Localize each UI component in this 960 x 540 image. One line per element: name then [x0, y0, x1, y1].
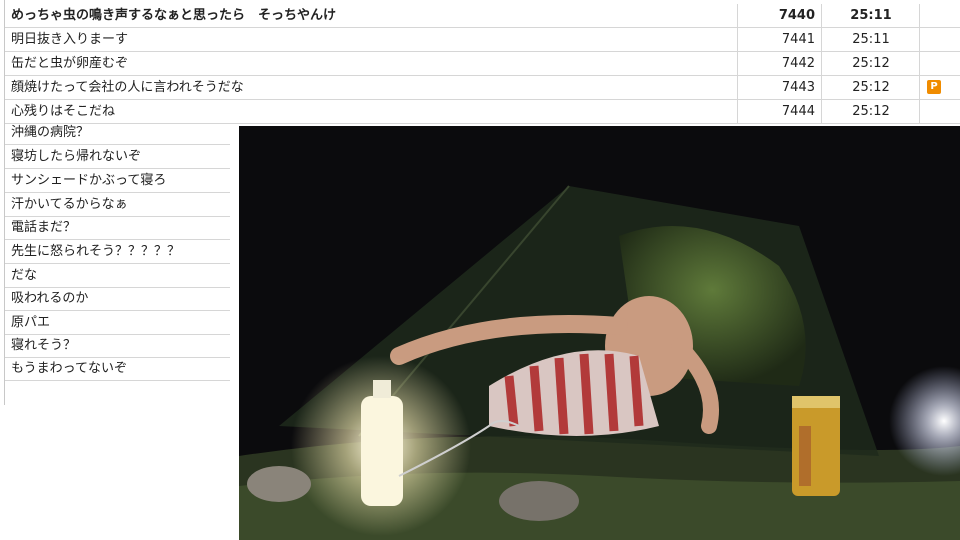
- comment-text: 電話まだ？: [11, 220, 77, 235]
- comment-row[interactable]: めっちゃ虫の鳴き声するなぁと思ったら そっちやんけ 7440 25:11: [5, 4, 960, 28]
- comment-text: サンシェードかぶって寝ろ: [11, 173, 167, 188]
- comment-time: 25:12: [821, 52, 920, 75]
- comment-row[interactable]: だな: [5, 264, 230, 288]
- empty-row: [5, 381, 230, 405]
- comment-flag-cell: P: [919, 76, 960, 99]
- comment-row[interactable]: 缶だと虫が卵産むぞ 7442 25:12: [5, 52, 960, 76]
- comment-text: 缶だと虫が卵産むぞ: [11, 56, 129, 71]
- premium-badge-icon: P: [927, 80, 941, 94]
- comment-flag-cell: [919, 52, 960, 75]
- comment-row[interactable]: 沖縄の病院？: [5, 121, 230, 145]
- comment-text: 原パエ: [11, 315, 51, 330]
- water-bottle: [291, 356, 471, 536]
- comment-text: 汗かいてるからなぁ: [11, 197, 128, 212]
- comment-row[interactable]: 寝れそう？: [5, 334, 230, 358]
- comment-text: 明日抜き入りまーす: [11, 32, 129, 47]
- comment-row[interactable]: 吸われるのか: [5, 287, 230, 311]
- comment-text: もうまわってないぞ: [11, 361, 127, 376]
- comment-text: 寝坊したら帰れないぞ: [11, 149, 142, 164]
- comment-time: 25:11: [821, 28, 920, 51]
- comment-text: めっちゃ虫の鳴き声するなぁと思ったら そっちやんけ: [11, 8, 337, 23]
- comment-row[interactable]: サンシェードかぶって寝ろ: [5, 169, 230, 193]
- video-player[interactable]: [239, 126, 960, 540]
- comment-text: だな: [11, 268, 38, 283]
- comment-row[interactable]: もうまわってないぞ: [5, 357, 230, 381]
- comment-number: 7440: [737, 4, 821, 27]
- comment-row[interactable]: 汗かいてるからなぁ: [5, 193, 230, 217]
- comment-text: 吸われるのか: [11, 291, 89, 306]
- comment-text: 先生に怒られそう？？？？？: [11, 244, 181, 259]
- comment-text: 心残りはそこだね: [11, 104, 116, 119]
- comment-row[interactable]: 明日抜き入りまーす 7441 25:11: [5, 28, 960, 52]
- comment-number: 7442: [737, 52, 821, 75]
- comment-text: 寝れそう？: [11, 338, 77, 353]
- comment-number: 7443: [737, 76, 821, 99]
- comment-number: 7441: [737, 28, 821, 51]
- comment-time: 25:11: [821, 4, 920, 27]
- comment-time: 25:12: [821, 100, 920, 123]
- comment-flag-cell: [919, 4, 960, 27]
- comment-flag-cell: [919, 100, 960, 123]
- comment-flag-cell: [919, 28, 960, 51]
- comment-row[interactable]: 顔焼けたって会社の人に言われそうだな 7443 25:12 P: [5, 76, 960, 100]
- comment-time: 25:12: [821, 76, 920, 99]
- comment-text: 沖縄の病院？: [11, 125, 90, 140]
- video-frame: [239, 126, 960, 540]
- comment-text: 顔焼けたって会社の人に言われそうだな: [11, 80, 244, 95]
- comment-row[interactable]: 寝坊したら帰れないぞ: [5, 145, 230, 169]
- comment-row[interactable]: 原パエ: [5, 311, 230, 335]
- comment-row[interactable]: 電話まだ？: [5, 216, 230, 240]
- drink-can: [792, 396, 840, 496]
- comment-row[interactable]: 先生に怒られそう？？？？？: [5, 240, 230, 264]
- comment-number: 7444: [737, 100, 821, 123]
